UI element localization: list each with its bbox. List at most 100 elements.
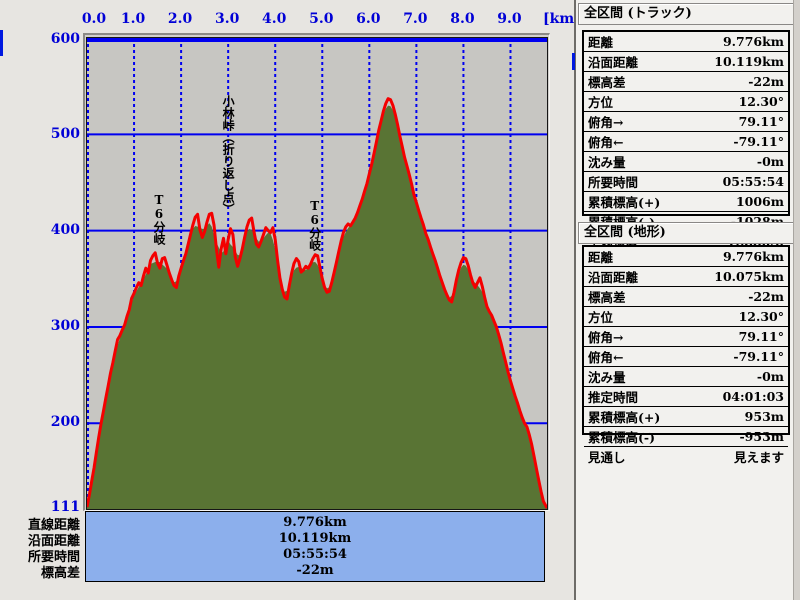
elevation-plot[interactable]: T6分岐 小林峠（折り返し点） T6分岐 (86, 37, 548, 510)
stat-row: 所要時間 05:55:54 (584, 172, 788, 192)
elevation-chart-svg (87, 38, 547, 509)
x-tick-label: 2.0 (162, 11, 198, 27)
info-panel-region: 全区間 (トラック) 距離 9.776km 沿面距離 10.119km 標高差 -22m 方… (574, 0, 800, 600)
stat-label: 俯角→ (588, 327, 623, 346)
stat-value: -79.11° (733, 134, 784, 149)
scrollbar-fragment-divider (572, 53, 575, 70)
track-stats-table: 距離 9.776km 沿面距離 10.119km 標高差 -22m 方位 12.30° 俯角→ 7… (582, 30, 790, 216)
x-tick-label: 6.0 (350, 11, 386, 27)
stat-row: 見通し 見えます (584, 447, 788, 466)
x-tick-label: 0.0 (76, 11, 112, 27)
x-tick-label: 3.0 (209, 11, 245, 27)
stat-value: 10.075km (714, 269, 784, 284)
app-window: T6分岐 小林峠（折り返し点） T6分岐 0.01.0 2.0 3.0 4.0 5.0 6.0… (0, 0, 800, 600)
stat-label: 沿面距離 (588, 52, 638, 71)
stat-row: 距離 9.776km (584, 247, 788, 267)
scrollbar-fragment-left (0, 30, 3, 56)
stat-row: 俯角← -79.11° (584, 132, 788, 152)
x-tick-label: 4.0 (256, 11, 292, 27)
stat-value: 10.119km (714, 54, 784, 69)
stat-row: 累積標高(-) -953m (584, 427, 788, 447)
stat-label: 累積標高(+) (588, 192, 660, 211)
summary-row-label: 所要時間 (0, 546, 80, 562)
x-tick-label: 9.0 (491, 11, 527, 27)
stat-value: 9.776km (723, 249, 784, 264)
y-tick-label: 200 (0, 414, 80, 430)
stat-row: 推定時間 04:01:03 (584, 387, 788, 407)
stat-value: 79.11° (739, 329, 784, 344)
panel-title-terrain: 全区間 (地形) (578, 222, 799, 244)
stat-label: 方位 (588, 307, 613, 326)
summary-row-label: 標高差 (0, 562, 80, 578)
waypoint-annotation: T6分岐 (152, 193, 165, 245)
x-tick-label: 7.0 (397, 11, 433, 27)
stat-row: 俯角→ 79.11° (584, 112, 788, 132)
stat-row: 俯角→ 79.11° (584, 327, 788, 347)
summary-value: 9.776km (283, 515, 346, 531)
stat-row: 標高差 -22m (584, 72, 788, 92)
stat-row: 累積標高(+) 953m (584, 407, 788, 427)
panel-title-track: 全区間 (トラック) (578, 3, 799, 25)
stat-value: -0m (757, 369, 784, 384)
stat-label: 推定時間 (588, 387, 638, 406)
summary-value: -22m (296, 563, 333, 579)
stat-row: 沈み量 -0m (584, 152, 788, 172)
y-tick-label: 400 (0, 222, 80, 238)
stat-label: 累積標高(+) (588, 407, 660, 426)
stat-row: 沿面距離 10.119km (584, 52, 788, 72)
stat-value: 見えます (734, 447, 784, 466)
stat-row: 方位 12.30° (584, 92, 788, 112)
y-tick-label: 300 (0, 318, 80, 334)
stat-value: -79.11° (733, 349, 784, 364)
stat-value: 12.30° (739, 94, 784, 109)
stat-label: 沈み量 (588, 152, 626, 171)
waypoint-annotation: 小林峠（折り返し点） (221, 95, 234, 215)
x-tick-label: 5.0 (303, 11, 339, 27)
terrain-stats-table: 距離 9.776km 沿面距離 10.075km 標高差 -22m 方位 12.30° 俯角→ 7… (582, 245, 790, 435)
y-tick-label: 500 (0, 126, 80, 142)
stat-value: 05:55:54 (723, 174, 784, 189)
stat-row: 累積標高(+) 1006m (584, 192, 788, 212)
stat-value: 12.30° (739, 309, 784, 324)
stat-value: -22m (748, 74, 784, 89)
right-edge-strip (793, 0, 800, 600)
elevation-chart-region: T6分岐 小林峠（折り返し点） T6分岐 0.01.0 2.0 3.0 4.0 5.0 6.0… (0, 0, 574, 600)
stat-row: 方位 12.30° (584, 307, 788, 327)
stat-label: 方位 (588, 92, 613, 111)
stat-label: 沿面距離 (588, 267, 638, 286)
stat-label: 所要時間 (588, 172, 638, 191)
stat-label: 距離 (588, 247, 613, 266)
stat-label: 見通し (588, 447, 626, 466)
stat-label: 沈み量 (588, 367, 626, 386)
stat-value: -0m (757, 154, 784, 169)
stat-value: -22m (748, 289, 784, 304)
stat-value: 9.776km (723, 34, 784, 49)
stat-row: 俯角← -79.11° (584, 347, 788, 367)
stat-label: 標高差 (588, 287, 626, 306)
stat-label: 俯角← (588, 132, 623, 151)
summary-value: 05:55:54 (283, 547, 347, 563)
stat-row: 沈み量 -0m (584, 367, 788, 387)
stat-value: -953m (739, 429, 784, 444)
summary-row-label: 沿面距離 (0, 530, 80, 546)
stat-label: 俯角← (588, 347, 623, 366)
stat-value: 04:01:03 (723, 389, 784, 404)
summary-box: 9.776km10.119km05:55:54-22m (85, 511, 545, 582)
stat-row: 沿面距離 10.075km (584, 267, 788, 287)
stat-value: 1006m (736, 194, 784, 209)
waypoint-annotation: T6分岐 (308, 199, 321, 251)
stat-row: 距離 9.776km (584, 32, 788, 52)
stat-label: 距離 (588, 32, 613, 51)
stat-label: 累積標高(-) (588, 427, 655, 446)
y-tick-label: 111 (0, 499, 80, 515)
stat-row: 標高差 -22m (584, 287, 788, 307)
stat-value: 79.11° (739, 114, 784, 129)
summary-row-label: 直線距離 (0, 514, 80, 530)
stat-label: 俯角→ (588, 112, 623, 131)
x-tick-label: 8.0 (444, 11, 480, 27)
y-tick-label: 600 (0, 31, 80, 47)
stat-value: 953m (745, 409, 784, 424)
summary-value: 10.119km (279, 531, 352, 547)
stat-label: 標高差 (588, 72, 626, 91)
x-tick-label: 1.0 (115, 11, 151, 27)
